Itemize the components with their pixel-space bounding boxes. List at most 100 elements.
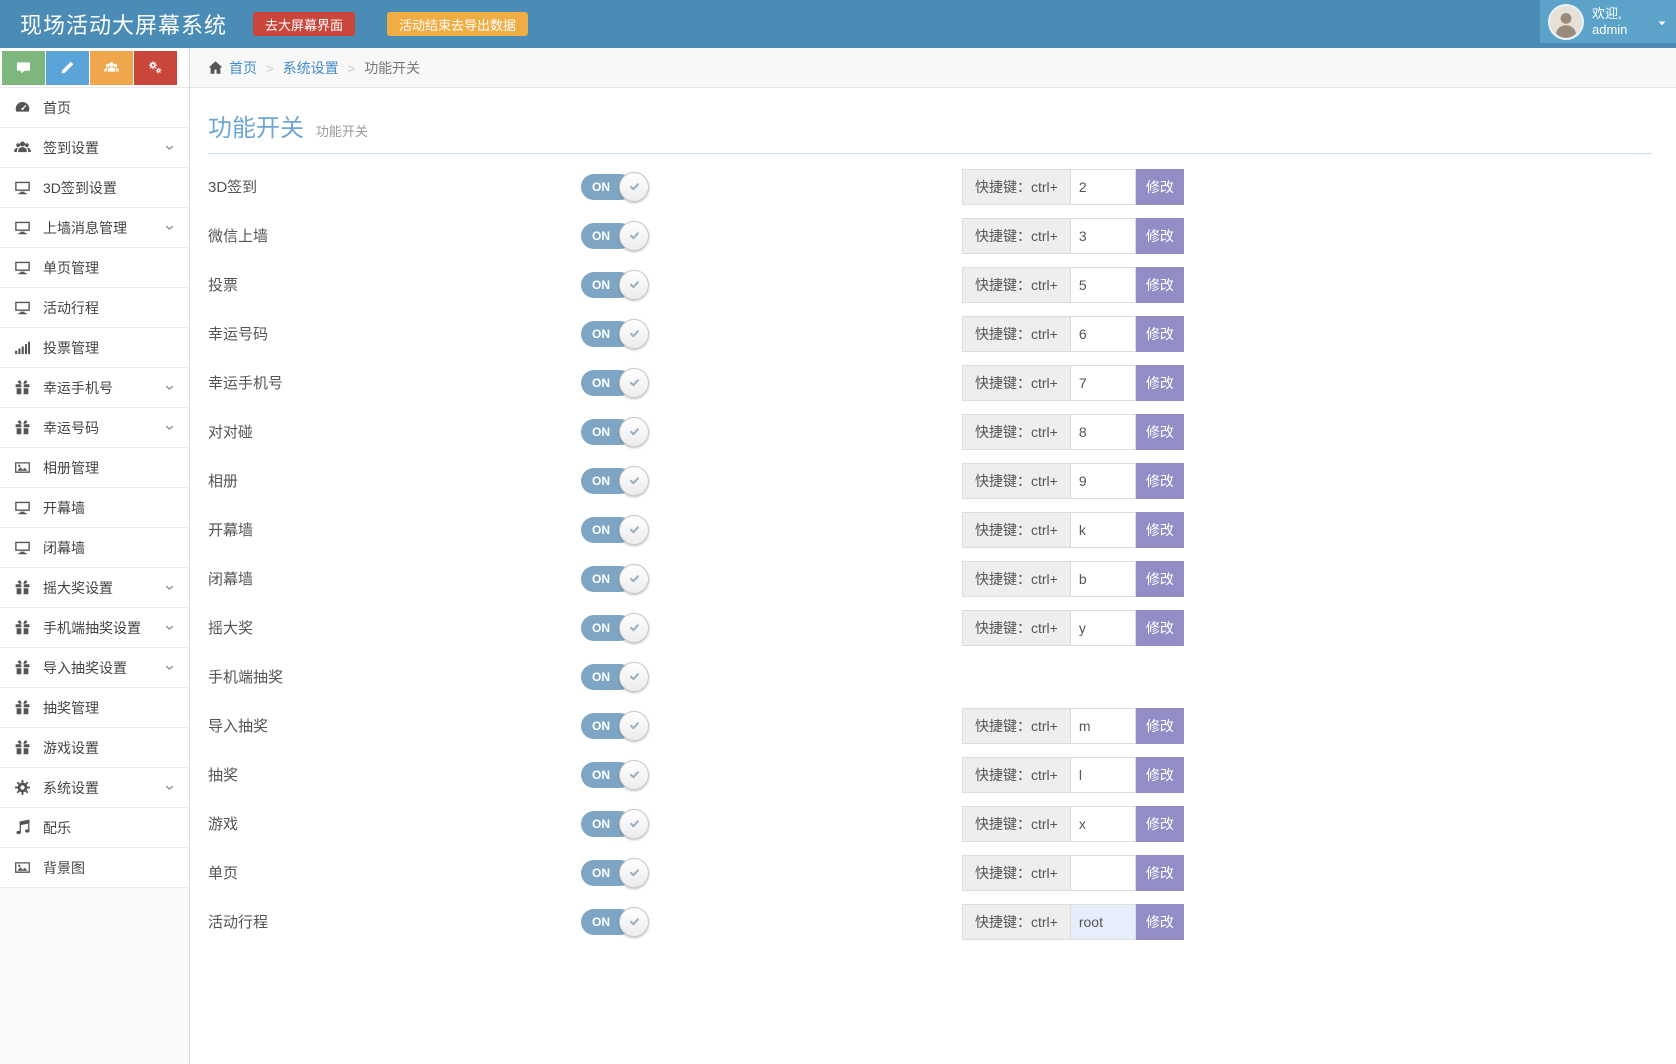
shortcut-key-input[interactable] xyxy=(1071,904,1136,940)
quick-button-pencil[interactable] xyxy=(46,51,89,85)
sidebar-item[interactable]: 背景图 xyxy=(0,848,189,888)
shortcut-key-input[interactable] xyxy=(1071,414,1136,450)
shortcut-key-input[interactable] xyxy=(1071,316,1136,352)
feature-label: 投票 xyxy=(208,274,581,295)
sidebar-item[interactable]: 摇大奖设置 xyxy=(0,568,189,608)
modify-button[interactable]: 修改 xyxy=(1136,610,1184,646)
shortcut-key-input[interactable] xyxy=(1071,610,1136,646)
modify-button[interactable]: 修改 xyxy=(1136,414,1184,450)
export-data-button[interactable]: 活动结束去导出数据 xyxy=(387,12,528,36)
sidebar-item[interactable]: 上墙消息管理 xyxy=(0,208,189,248)
feature-label: 开幕墙 xyxy=(208,519,581,540)
shortcut-key-input[interactable] xyxy=(1071,267,1136,303)
modify-button[interactable]: 修改 xyxy=(1136,855,1184,891)
sidebar-item[interactable]: 幸运手机号 xyxy=(0,368,189,408)
shortcut-key-input[interactable] xyxy=(1071,169,1136,205)
shortcut-key-input[interactable] xyxy=(1071,806,1136,842)
breadcrumb-link[interactable]: 首页 xyxy=(229,60,257,76)
modify-button[interactable]: 修改 xyxy=(1136,708,1184,744)
modify-button[interactable]: 修改 xyxy=(1136,463,1184,499)
chevron-down-icon xyxy=(163,661,176,674)
sidebar-item[interactable]: 单页管理 xyxy=(0,248,189,288)
sidebar-item-label: 游戏设置 xyxy=(43,738,99,758)
desktop-icon xyxy=(14,219,31,236)
sidebar-item[interactable]: 闭幕墙 xyxy=(0,528,189,568)
sidebar-item[interactable]: 手机端抽奖设置 xyxy=(0,608,189,648)
sidebar-item[interactable]: 配乐 xyxy=(0,808,189,848)
modify-button[interactable]: 修改 xyxy=(1136,218,1184,254)
quick-button-users[interactable] xyxy=(90,51,133,85)
sidebar-item[interactable]: 系统设置 xyxy=(0,768,189,808)
shortcut-key-input[interactable] xyxy=(1071,561,1136,597)
shortcut-group: 快捷键：ctrl+ 修改 xyxy=(962,610,1184,646)
feature-toggle[interactable]: ON xyxy=(581,419,649,445)
quick-button-cogs[interactable] xyxy=(134,51,177,85)
modify-button[interactable]: 修改 xyxy=(1136,561,1184,597)
users-icon xyxy=(104,60,119,75)
breadcrumb-link[interactable]: 系统设置 xyxy=(283,60,339,76)
feature-toggle[interactable]: ON xyxy=(581,566,649,592)
shortcut-key-input[interactable] xyxy=(1071,463,1136,499)
toggle-knob xyxy=(619,466,649,496)
user-menu[interactable]: 欢迎, admin xyxy=(1540,0,1676,43)
sidebar-item[interactable]: 首页 xyxy=(0,88,189,128)
modify-button[interactable]: 修改 xyxy=(1136,267,1184,303)
sidebar-item[interactable]: 抽奖管理 xyxy=(0,688,189,728)
modify-button[interactable]: 修改 xyxy=(1136,316,1184,352)
gift-icon xyxy=(14,739,31,756)
feature-row: 闭幕墙 ON 快捷键：ctrl+ 修改 xyxy=(208,554,1652,603)
feature-toggle[interactable]: ON xyxy=(581,713,649,739)
feature-toggle[interactable]: ON xyxy=(581,615,649,641)
feature-toggle[interactable]: ON xyxy=(581,909,649,935)
sidebar-item[interactable]: 相册管理 xyxy=(0,448,189,488)
page-header: 功能开关 功能开关 xyxy=(208,88,1652,154)
feature-toggle[interactable]: ON xyxy=(581,664,649,690)
modify-button[interactable]: 修改 xyxy=(1136,512,1184,548)
modify-button[interactable]: 修改 xyxy=(1136,757,1184,793)
feature-toggle[interactable]: ON xyxy=(581,811,649,837)
sidebar-item[interactable]: 游戏设置 xyxy=(0,728,189,768)
shortcut-key-input[interactable] xyxy=(1071,708,1136,744)
image-icon xyxy=(14,459,31,476)
feature-row: 幸运手机号 ON 快捷键：ctrl+ 修改 xyxy=(208,358,1652,407)
go-big-screen-button[interactable]: 去大屏幕界面 xyxy=(253,12,355,36)
feature-toggle[interactable]: ON xyxy=(581,860,649,886)
shortcut-key-input[interactable] xyxy=(1071,855,1136,891)
sidebar-item[interactable]: 幸运号码 xyxy=(0,408,189,448)
check-icon xyxy=(627,767,642,782)
shortcut-key-input[interactable] xyxy=(1071,365,1136,401)
sidebar-item[interactable]: 活动行程 xyxy=(0,288,189,328)
feature-toggle[interactable]: ON xyxy=(581,174,649,200)
modify-button[interactable]: 修改 xyxy=(1136,169,1184,205)
feature-label: 抽奖 xyxy=(208,764,581,785)
chevron-down-icon xyxy=(163,381,176,394)
sidebar-item[interactable]: 投票管理 xyxy=(0,328,189,368)
sidebar-item[interactable]: 开幕墙 xyxy=(0,488,189,528)
quick-button-comment[interactable] xyxy=(2,51,45,85)
shortcut-key-label: 快捷键：ctrl+ xyxy=(962,218,1071,254)
sidebar-item-label: 签到设置 xyxy=(43,138,99,158)
feature-toggle[interactable]: ON xyxy=(581,223,649,249)
shortcut-key-input[interactable] xyxy=(1071,757,1136,793)
shortcut-key-input[interactable] xyxy=(1071,218,1136,254)
feature-toggle[interactable]: ON xyxy=(581,321,649,347)
sidebar-item[interactable]: 导入抽奖设置 xyxy=(0,648,189,688)
chevron-down-icon xyxy=(163,581,176,594)
shortcut-key-input[interactable] xyxy=(1071,512,1136,548)
breadcrumb-current: 功能开关 xyxy=(364,60,420,76)
feature-toggle[interactable]: ON xyxy=(581,517,649,543)
toggle-knob xyxy=(619,809,649,839)
sidebar-item[interactable]: 3D签到设置 xyxy=(0,168,189,208)
modify-button[interactable]: 修改 xyxy=(1136,365,1184,401)
sidebar-item[interactable]: 签到设置 xyxy=(0,128,189,168)
modify-button[interactable]: 修改 xyxy=(1136,904,1184,940)
sidebar-item-label: 投票管理 xyxy=(43,338,99,358)
feature-toggle[interactable]: ON xyxy=(581,762,649,788)
sidebar-item-label: 手机端抽奖设置 xyxy=(43,618,141,638)
feature-toggle[interactable]: ON xyxy=(581,468,649,494)
feature-toggle[interactable]: ON xyxy=(581,272,649,298)
feature-row: 导入抽奖 ON 快捷键：ctrl+ 修改 xyxy=(208,701,1652,750)
desktop-icon xyxy=(14,179,31,196)
modify-button[interactable]: 修改 xyxy=(1136,806,1184,842)
feature-toggle[interactable]: ON xyxy=(581,370,649,396)
